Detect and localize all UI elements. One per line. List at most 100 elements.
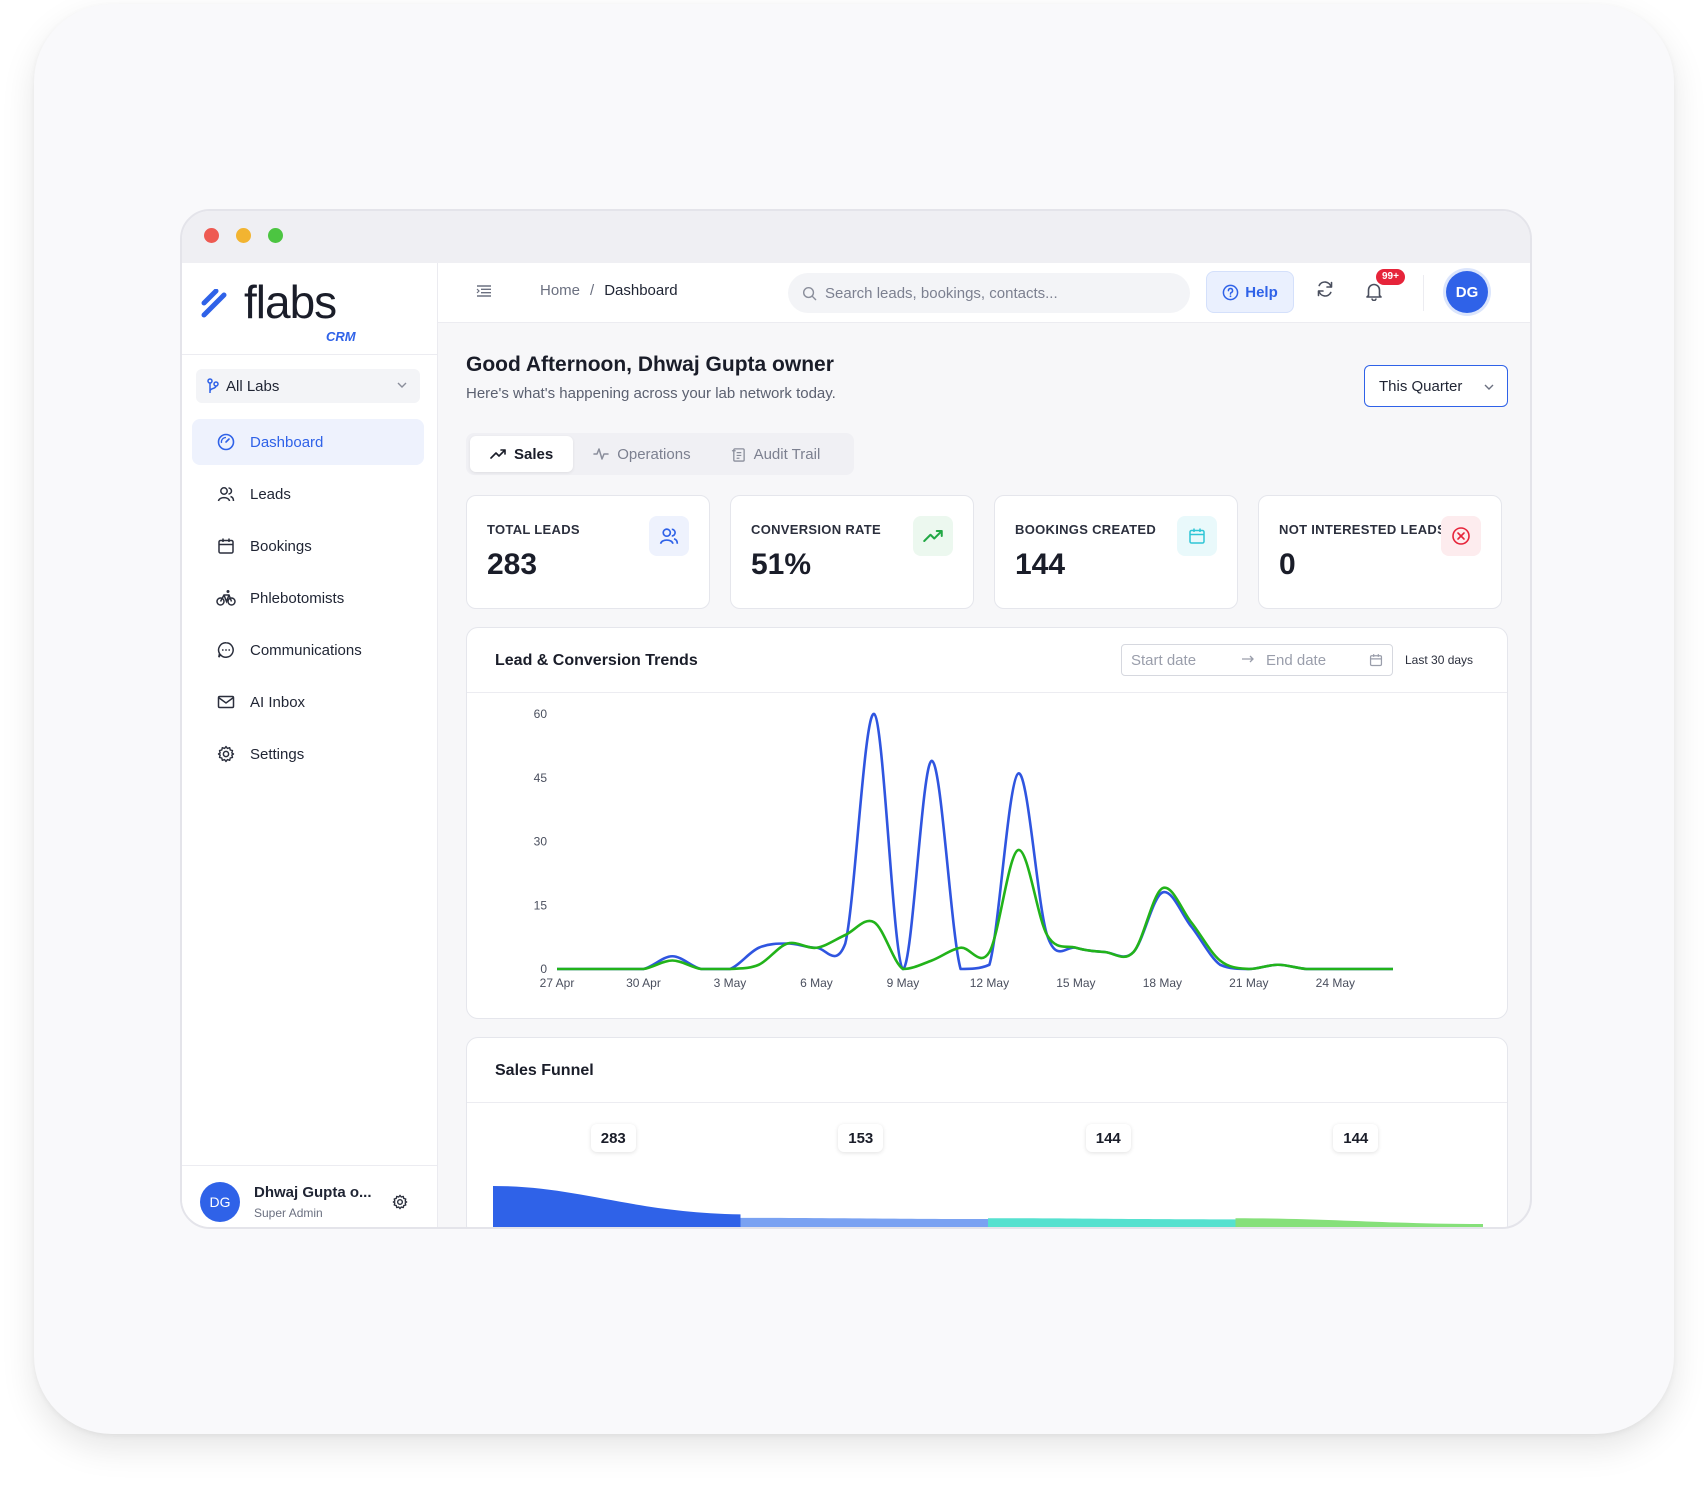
main-content: Good Afternoon, Dhwaj Gupta owner Here's… bbox=[438, 323, 1530, 1227]
range-label: Last 30 days bbox=[1405, 653, 1474, 667]
stat-card-conversion-rate[interactable]: CONVERSION RATE 51% bbox=[730, 495, 974, 609]
stat-value: 51% bbox=[751, 548, 812, 581]
sidebar-item-label: AI Inbox bbox=[250, 693, 306, 711]
stat-value: 283 bbox=[487, 548, 538, 581]
page-subtitle: Here's what's happening across your lab … bbox=[466, 385, 836, 402]
series-line-1 bbox=[556, 712, 1393, 971]
bicycle-icon bbox=[216, 588, 236, 608]
sidebar-item-label: Leads bbox=[250, 485, 291, 503]
sidebar-item-settings[interactable]: Settings bbox=[192, 731, 424, 777]
lab-selector[interactable]: All Labs bbox=[196, 369, 420, 403]
stat-card-not-interested-leads[interactable]: NOT INTERESTED LEADS 0 bbox=[1258, 495, 1502, 609]
flabs-logo[interactable]: flabs CRM bbox=[200, 273, 420, 344]
funnel-stage-value: 283 bbox=[590, 1124, 636, 1152]
logo-subtitle: CRM bbox=[326, 329, 356, 344]
user-profile[interactable]: DG Dhwaj Gupta o... Super Admin bbox=[182, 1165, 437, 1227]
sidebar-item-leads[interactable]: Leads bbox=[192, 471, 424, 517]
help-circle-icon bbox=[1222, 284, 1239, 300]
breadcrumb-separator: / bbox=[590, 282, 595, 299]
avatar[interactable]: DG bbox=[1446, 271, 1488, 313]
maximize-window-button[interactable] bbox=[268, 228, 283, 243]
calendar-icon bbox=[1177, 516, 1217, 556]
user-settings-gear-icon[interactable] bbox=[392, 1194, 408, 1210]
end-date-field[interactable]: End date bbox=[1266, 652, 1326, 669]
date-range-picker[interactable]: Start date End date bbox=[1121, 644, 1393, 676]
series-line-2 bbox=[556, 848, 1393, 971]
search-bar[interactable] bbox=[788, 273, 1190, 313]
funnel-segment bbox=[1235, 1218, 1483, 1227]
help-button[interactable]: Help bbox=[1206, 271, 1294, 313]
help-label: Help bbox=[1245, 283, 1278, 301]
minimize-window-button[interactable] bbox=[236, 228, 251, 243]
app-window: flabs CRM All Labs Dashboard Leads Booki… bbox=[180, 209, 1532, 1229]
sidebar-item-label: Dashboard bbox=[250, 433, 324, 451]
topbar-divider bbox=[1423, 275, 1424, 311]
sidebar-item-ai-inbox[interactable]: AI Inbox bbox=[192, 679, 424, 725]
stat-card-bookings-created[interactable]: BOOKINGS CREATED 144 bbox=[994, 495, 1238, 609]
breadcrumb-home[interactable]: Home bbox=[540, 282, 580, 299]
x-circle-icon bbox=[1441, 516, 1481, 556]
dashboard-gauge-icon bbox=[216, 432, 236, 452]
start-date-field[interactable]: Start date bbox=[1131, 652, 1196, 669]
dashboard-tabs: Sales Operations Audit Trail bbox=[466, 433, 854, 475]
stat-card-total-leads[interactable]: TOTAL LEADS 283 bbox=[466, 495, 710, 609]
x-tick-label: 3 May bbox=[714, 976, 747, 990]
sidebar-item-dashboard[interactable]: Dashboard bbox=[192, 419, 424, 465]
sidebar-item-phlebotomists[interactable]: Phlebotomists bbox=[192, 575, 424, 621]
trending-up-icon bbox=[913, 516, 953, 556]
sidebar: flabs CRM All Labs Dashboard Leads Booki… bbox=[182, 263, 438, 1227]
x-tick-label: 30 Apr bbox=[626, 976, 661, 990]
sidebar-item-communications[interactable]: Communications bbox=[192, 627, 424, 673]
breadcrumb-current: Dashboard bbox=[604, 282, 678, 299]
refresh-icon[interactable] bbox=[1315, 279, 1335, 299]
sidebar-item-label: Bookings bbox=[250, 537, 312, 555]
tab-label: Operations bbox=[617, 445, 691, 463]
activity-pulse-icon bbox=[593, 448, 609, 460]
close-window-button[interactable] bbox=[204, 228, 219, 243]
funnel-segment bbox=[740, 1217, 988, 1227]
menu-collapse-icon[interactable] bbox=[476, 283, 492, 299]
tab-sales[interactable]: Sales bbox=[470, 436, 574, 472]
tab-operations[interactable]: Operations bbox=[573, 436, 710, 472]
stat-value: 144 bbox=[1015, 548, 1066, 581]
y-tick-label: 45 bbox=[534, 771, 548, 785]
flabs-logo-mark-icon bbox=[201, 289, 227, 318]
sidebar-item-bookings[interactable]: Bookings bbox=[192, 523, 424, 569]
stat-label: TOTAL LEADS bbox=[487, 522, 580, 537]
tab-label: Audit Trail bbox=[753, 445, 821, 463]
x-tick-label: 18 May bbox=[1143, 976, 1182, 990]
lab-selector-value: All Labs bbox=[226, 377, 280, 395]
sidebar-item-label: Settings bbox=[250, 745, 305, 763]
trending-up-icon bbox=[490, 449, 506, 459]
search-input[interactable] bbox=[825, 284, 1165, 302]
user-role: Super Admin bbox=[254, 1206, 323, 1220]
sales-funnel-chart bbox=[493, 1186, 1483, 1227]
funnel-stage-value: 153 bbox=[838, 1124, 884, 1152]
tab-audit-trail[interactable]: Audit Trail bbox=[711, 436, 841, 472]
stat-value: 0 bbox=[1279, 548, 1296, 581]
stat-label: CONVERSION RATE bbox=[751, 522, 881, 537]
search-icon bbox=[802, 286, 817, 300]
sales-funnel-panel: Sales Funnel 283 153 144 144 bbox=[466, 1037, 1508, 1227]
arrow-right-icon bbox=[1242, 655, 1254, 663]
mail-icon bbox=[216, 692, 236, 712]
top-bar: Home / Dashboard Help 99+ DG bbox=[438, 263, 1530, 323]
x-tick-label: 21 May bbox=[1229, 976, 1268, 990]
calendar-icon bbox=[216, 536, 236, 556]
branch-icon bbox=[206, 378, 220, 394]
users-icon bbox=[649, 516, 689, 556]
x-tick-label: 9 May bbox=[887, 976, 920, 990]
sidebar-divider bbox=[182, 354, 437, 355]
sidebar-item-label: Phlebotomists bbox=[250, 589, 345, 607]
chart-title: Lead & Conversion Trends bbox=[495, 652, 698, 669]
window-titlebar bbox=[182, 211, 1530, 263]
user-name: Dhwaj Gupta o... bbox=[254, 1184, 372, 1201]
period-select[interactable]: This Quarter bbox=[1364, 365, 1508, 407]
funnel-stage-value: 144 bbox=[1085, 1124, 1131, 1152]
period-select-value: This Quarter bbox=[1379, 377, 1463, 395]
x-tick-label: 6 May bbox=[800, 976, 833, 990]
panel-divider bbox=[467, 692, 1507, 693]
stat-label: BOOKINGS CREATED bbox=[1015, 522, 1157, 537]
x-tick-label: 15 May bbox=[1056, 976, 1095, 990]
notification-count-badge: 99+ bbox=[1376, 269, 1405, 285]
